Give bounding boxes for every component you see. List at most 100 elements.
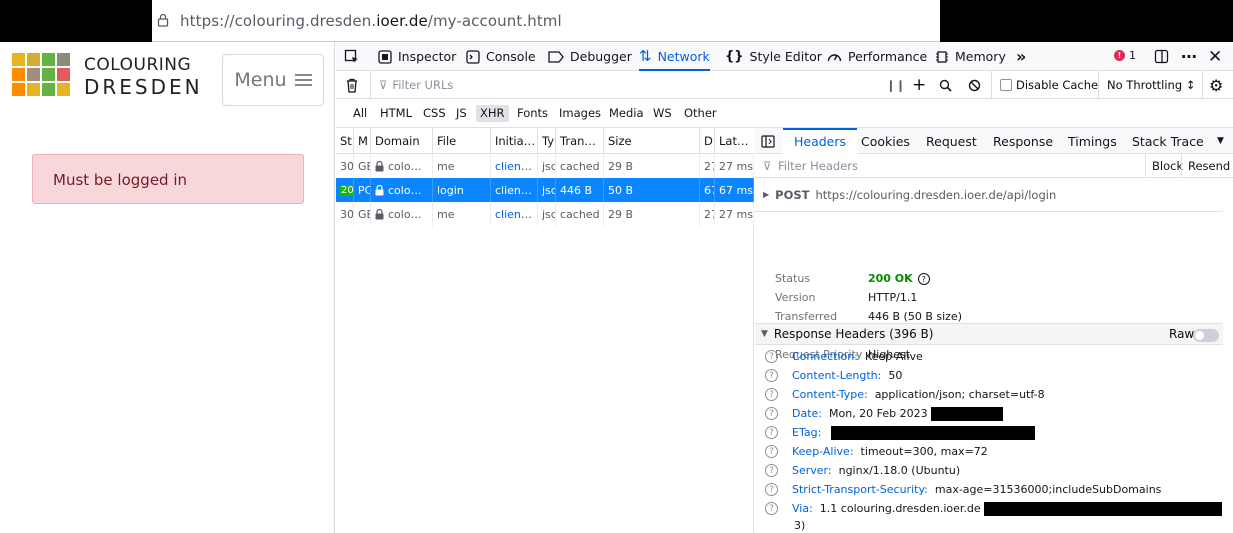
help-icon[interactable]: ? [765, 445, 778, 458]
filter-urls-input[interactable]: ⊽ Filter URLs [370, 71, 870, 99]
help-icon[interactable]: ? [917, 273, 930, 285]
tab-debugger[interactable]: Debugger [548, 42, 632, 71]
site-logo-text[interactable]: COLOURING DRESDEN [84, 55, 203, 99]
throttling-select[interactable]: No Throttling ↕ [1098, 71, 1195, 99]
site-logo[interactable] [12, 53, 70, 96]
logo-line-1: COLOURING [84, 55, 192, 75]
column-status[interactable]: St [336, 128, 354, 154]
toggle-sidebar-icon[interactable] [761, 128, 775, 154]
request-row[interactable]: 20PC colo… loginclien…jsc446 B50 B6767 ms [336, 178, 754, 202]
tab-memory[interactable]: Memory [935, 42, 1006, 71]
column-method[interactable]: M [354, 128, 371, 154]
menu-button[interactable]: Menu [222, 54, 324, 106]
request-row[interactable]: 30GE colo… meclien…jsccached29 B2727 ms [336, 202, 754, 226]
request-cell-file: me [433, 202, 491, 226]
column-initiator[interactable]: Initia… [491, 128, 538, 154]
overflow-menu-icon[interactable]: ⋯ [1181, 42, 1197, 71]
request-cell-latency: 27 ms [715, 202, 754, 226]
network-icon: ⇅ [639, 47, 652, 65]
disable-cache-checkbox[interactable] [1000, 79, 1012, 91]
request-cell-size: 50 B [604, 178, 700, 202]
request-row[interactable]: 30GE colo… meclien…jsccached29 B2727 ms [336, 154, 754, 178]
details-tab-headers[interactable]: Headers [783, 128, 858, 154]
logo-swatch [57, 68, 70, 81]
type-filter-other[interactable]: Other [680, 105, 721, 122]
debugger-icon [548, 50, 564, 63]
settings-gear-icon[interactable]: ⚙ [1202, 71, 1223, 99]
block-requests-icon[interactable] [968, 71, 981, 99]
request-cell-file: me [433, 154, 491, 178]
request-cell-size: 29 B [604, 154, 700, 178]
type-filter-media[interactable]: Media [605, 105, 648, 122]
type-filter-ws[interactable]: WS [649, 105, 676, 122]
details-tabs-dropdown-icon[interactable]: ▼ [1217, 128, 1224, 154]
tab-inspector[interactable]: Inspector [378, 42, 456, 71]
error-count-badge[interactable]: ! 1 [1114, 49, 1136, 62]
column-latency[interactable]: Lat… [715, 128, 754, 154]
logo-swatch [27, 83, 40, 96]
type-filter-fonts[interactable]: Fonts [513, 105, 552, 122]
request-url-line[interactable]: ▶ POST https://colouring.dresden.ioer.de… [755, 178, 1233, 212]
tab-console[interactable]: Console [466, 42, 536, 71]
details-tab-stack-trace[interactable]: Stack Trace [1132, 128, 1204, 154]
column-duration[interactable]: D [700, 128, 715, 154]
help-icon[interactable]: ? [765, 502, 778, 515]
tab-performance[interactable]: Performance [827, 42, 927, 71]
trash-icon[interactable] [345, 71, 359, 99]
type-filter-all[interactable]: All [349, 105, 371, 122]
details-tab-cookies[interactable]: Cookies [861, 128, 910, 154]
help-icon[interactable]: ? [765, 464, 778, 477]
raw-toggle[interactable] [1193, 329, 1219, 342]
pause-icon[interactable]: ❙❙ [886, 71, 905, 99]
filter-headers-input[interactable]: Filter Headers [778, 159, 858, 173]
request-cell-initiator[interactable]: clien… [491, 178, 538, 202]
tab-performance-label: Performance [848, 49, 928, 64]
style-editor-icon: {} [725, 49, 744, 64]
help-icon[interactable]: ? [765, 388, 778, 401]
request-cell-status: 30 [336, 154, 354, 178]
help-icon[interactable]: ? [765, 426, 778, 439]
dock-toggle-icon[interactable] [1154, 42, 1169, 71]
response-headers-section[interactable]: ▼ Response Headers (396 B) Raw [755, 323, 1223, 345]
url-bar[interactable]: https://colouring.dresden.ioer.de/my-acc… [152, 0, 940, 42]
add-filter-icon[interactable]: + [912, 71, 926, 99]
close-icon[interactable]: ✕ [1208, 42, 1222, 71]
type-filter-css[interactable]: CSS [419, 105, 450, 122]
search-icon[interactable] [939, 71, 952, 99]
request-cell-status: 30 [336, 202, 354, 226]
details-scrollbar[interactable] [1223, 178, 1233, 533]
type-filter-js[interactable]: JS [452, 105, 471, 122]
column-size[interactable]: Size [604, 128, 700, 154]
block-button[interactable]: Block [1145, 154, 1183, 178]
help-icon[interactable]: ? [765, 369, 778, 382]
request-cell-size: 29 B [604, 202, 700, 226]
details-tab-timings[interactable]: Timings [1068, 128, 1117, 154]
type-filter-xhr[interactable]: XHR [476, 105, 509, 122]
url-text[interactable]: https://colouring.dresden.ioer.de/my-acc… [180, 12, 562, 30]
disable-cache-toggle[interactable]: Disable Cache [991, 71, 1098, 99]
column-domain[interactable]: Domain [371, 128, 433, 154]
tab-style-editor[interactable]: {} Style Editor [725, 42, 822, 71]
request-cell-initiator[interactable]: clien… [491, 202, 538, 226]
summary-key: Transferred [775, 310, 838, 323]
request-cell-initiator[interactable]: clien… [491, 154, 538, 178]
pick-element-icon[interactable] [344, 42, 360, 71]
logo-swatch [42, 83, 55, 96]
resend-button[interactable]: Resend [1181, 154, 1233, 178]
request-list: St M Domain File Initia… Ty Tran… Size D… [336, 128, 754, 533]
type-filter-html[interactable]: HTML [376, 105, 416, 122]
help-icon[interactable]: ? [765, 483, 778, 496]
help-icon[interactable]: ? [765, 350, 778, 363]
column-type[interactable]: Ty [538, 128, 556, 154]
summary-key: Version [775, 291, 816, 304]
logo-color-grid [12, 53, 70, 96]
tab-network[interactable]: ⇅ Network [639, 42, 710, 71]
type-filter-images[interactable]: Images [555, 105, 605, 122]
column-transferred[interactable]: Tran… [556, 128, 604, 154]
details-tab-response[interactable]: Response [993, 128, 1053, 154]
details-tab-request[interactable]: Request [926, 128, 977, 154]
hamburger-icon [294, 73, 312, 87]
help-icon[interactable]: ? [765, 407, 778, 420]
column-file[interactable]: File [433, 128, 491, 154]
more-tabs-chevron-icon[interactable]: » [1016, 42, 1026, 71]
